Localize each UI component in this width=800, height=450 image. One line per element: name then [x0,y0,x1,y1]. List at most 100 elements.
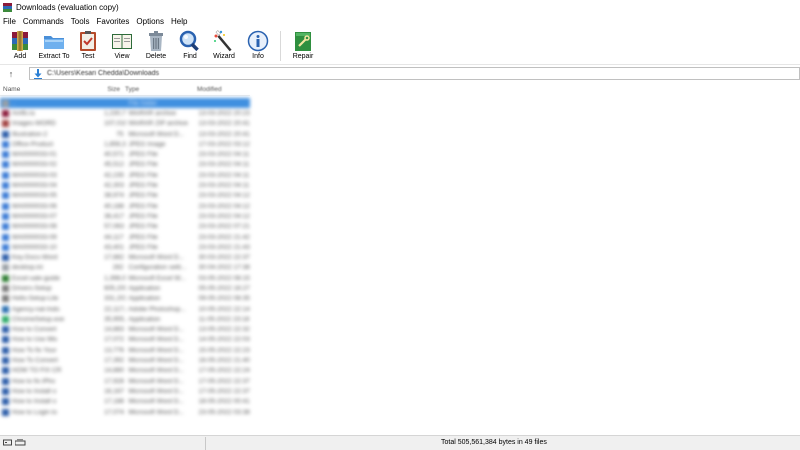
table-row[interactable]: How to fix iPho 17,928 Microsoft Word D...… [0,376,250,386]
table-row[interactable]: desktop.ini 282 Configuration setti... 30-0… [0,263,250,273]
up-folder-button[interactable]: ↑ [0,66,22,81]
file-modified-cell: 10-05-2022 22:14 [198,305,250,313]
test-button[interactable]: Test [71,28,105,64]
menu-file[interactable]: File [0,17,20,26]
file-size-cell: 75 [116,130,124,138]
column-type[interactable]: Type [122,86,195,95]
table-row[interactable]: Excel-sale-guide 1,398,011Microsoft Excel… [0,273,250,283]
file-type-icon [2,130,9,138]
file-modified-cell: 09-05-2022 08:35 [198,295,250,303]
add-button[interactable]: Add [3,28,37,64]
file-modified-cell: 23-03-2022 04:12 [198,202,250,210]
find-button[interactable]: Find [173,28,207,64]
file-modified-cell: 11-05-2022 23:18 [198,315,250,323]
file-type-cell: JPEG File [128,202,158,210]
menu-favorites[interactable]: Favorites [93,17,133,26]
file-modified-cell: 14-05-2022 22:03 [198,336,250,344]
table-row[interactable]: .. File folder [0,98,250,109]
table-row[interactable]: WA0000033-05 38,974 JPEG File 23-03-2022 04… [0,191,250,201]
clipboard-test-icon [77,30,99,52]
view-button[interactable]: View [105,28,139,64]
table-row[interactable]: Drivers-Setup 605,200 Application 05-05-202… [0,283,250,293]
file-type-cell: Microsoft Word D... [128,377,185,385]
file-modified-cell: 13-03-2022 20:23 [198,109,250,117]
table-row[interactable]: WA0000033-06 40,188 JPEG File 23-03-2022 04… [0,201,250,211]
table-row[interactable]: ChromeSetup.exe 35,955,209Application 11-0… [0,314,250,324]
file-name-cell: WA0000033-06 [11,202,57,210]
table-row[interactable]: HOW TO FIX CR 14,880 Microsoft Word D... 17… [0,366,250,376]
file-type-icon [2,357,9,365]
column-name[interactable]: Name [0,86,104,95]
file-size-cell: 40,188 [104,202,124,210]
file-size-cell: 45,512 [104,161,124,169]
wizard-button[interactable]: Wizard [207,28,241,64]
file-name-cell: WA0000033-03 [11,171,57,179]
file-type-cell: JPEG File [128,223,158,231]
file-size-cell: 38,974 [104,192,124,200]
file-type-cell: JPEG File [128,151,158,159]
file-type-icon [2,161,9,169]
info-button[interactable]: Info [241,28,275,64]
repair-label: Repair [292,53,314,60]
table-row[interactable]: WA0000033-02 45,512 JPEG File 23-03-2022 04… [0,160,250,170]
title-bar[interactable]: Downloads (evaluation copy) [0,0,800,15]
file-name-cell: How To Convert [11,357,58,365]
table-row[interactable]: WA0000033-01 40,571 JPEG File 23-03-2022 04… [0,149,250,159]
magnifier-icon [179,30,201,52]
menu-bar: File Commands Tools Favorites Options He… [0,15,800,28]
table-row[interactable]: WA0000033-08 57,063 JPEG File 23-03-2022 07… [0,222,250,232]
file-type-icon [2,99,9,107]
table-row[interactable]: Key-Docs-Word 17,882 Microsoft Word D... 30… [0,252,250,262]
table-row[interactable]: WA0000033-07 36,417 JPEG File 23-03-2022 04… [0,211,250,221]
file-type-cell: Application [128,284,161,292]
table-row[interactable]: How to Convert 14,883 Microsoft Word D... 1… [0,325,250,335]
table-row[interactable]: Hello-Setup-Lite 331,203 Application 09-05-… [0,294,250,304]
table-row[interactable]: WA0000033-09 44,117 JPEG File 23-03-2022 21… [0,232,250,242]
file-type-icon [2,212,9,220]
table-row[interactable]: Amfb.ra 1,230,771WinRAR archive 13-03-2022… [0,108,250,118]
table-row[interactable]: Agency-nat-Indo 22,117,831Adobe Photoshop… [0,304,250,314]
table-row[interactable]: How to Use Mis 17,072 Microsoft Word D... 1… [0,335,250,345]
file-type-icon [2,274,9,282]
column-modified[interactable]: Modified [195,86,250,95]
table-row[interactable]: How to Install o 17,188 Microsoft Word D..… [0,397,250,407]
file-type-icon [2,295,9,303]
table-row[interactable]: WA0000033-10 43,401 JPEG File 23-03-2022 21… [0,242,250,252]
file-type-cell: Microsoft Word D... [128,346,185,354]
file-name-cell: How to Use Mis [11,336,58,344]
drive-icon[interactable] [3,439,12,448]
file-size-cell: 44,117 [104,233,124,241]
menu-tools[interactable]: Tools [68,17,94,26]
column-size[interactable]: Size [104,86,122,95]
path-field[interactable]: C:\Users\Kesari Chedda\Downloads [29,67,800,80]
file-name-cell: WA0000033-08 [11,223,57,231]
table-row[interactable]: How to Login to 17,074 Microsoft Word D...… [0,407,250,417]
file-type-icon [2,326,9,334]
network-icon[interactable] [14,438,26,448]
file-type-icon [2,120,9,128]
toolbar-separator [280,31,281,61]
file-modified-cell: 17-05-2022 22:37 [198,377,250,385]
menu-commands[interactable]: Commands [20,17,68,26]
table-row[interactable]: Office-Product 1,856,315JPEG Image 17-03-2… [0,139,250,149]
table-row[interactable]: WA0000033-04 42,303 JPEG File 23-03-2022 04… [0,180,250,190]
table-row[interactable]: How To Convert 17,392 Microsoft Word D... 1… [0,355,250,365]
file-modified-cell: 30-04-2022 17:38 [198,264,250,272]
file-type-icon [2,264,9,272]
table-row[interactable]: How To fix Your 13,776 Microsoft Word D...… [0,345,250,355]
table-row[interactable]: Images-WORD 107,016,211WinRAR ZIP archive… [0,119,250,129]
file-size-cell: 42,303 [104,182,124,190]
file-modified-cell: 23-03-2022 04:11 [198,161,250,169]
toolbar: Add Extract To Test View Delete Find Wiz… [0,28,800,65]
extract-to-button[interactable]: Extract To [37,28,71,64]
repair-button[interactable]: Repair [286,28,320,64]
menu-help[interactable]: Help [168,17,191,26]
delete-button[interactable]: Delete [139,28,173,64]
table-row[interactable]: How to Install o 16,167 Microsoft Word D..… [0,386,250,396]
window-title: Downloads (evaluation copy) [16,3,119,12]
table-row[interactable]: WA0000033-03 42,235 JPEG File 23-03-2022 04… [0,170,250,180]
file-size-cell: 331,203 [104,295,126,303]
menu-options[interactable]: Options [133,17,168,26]
file-name-cell: WA0000033-10 [11,243,57,251]
table-row[interactable]: Illustration-2 75 Microsoft Word D... 13-03… [0,129,250,139]
